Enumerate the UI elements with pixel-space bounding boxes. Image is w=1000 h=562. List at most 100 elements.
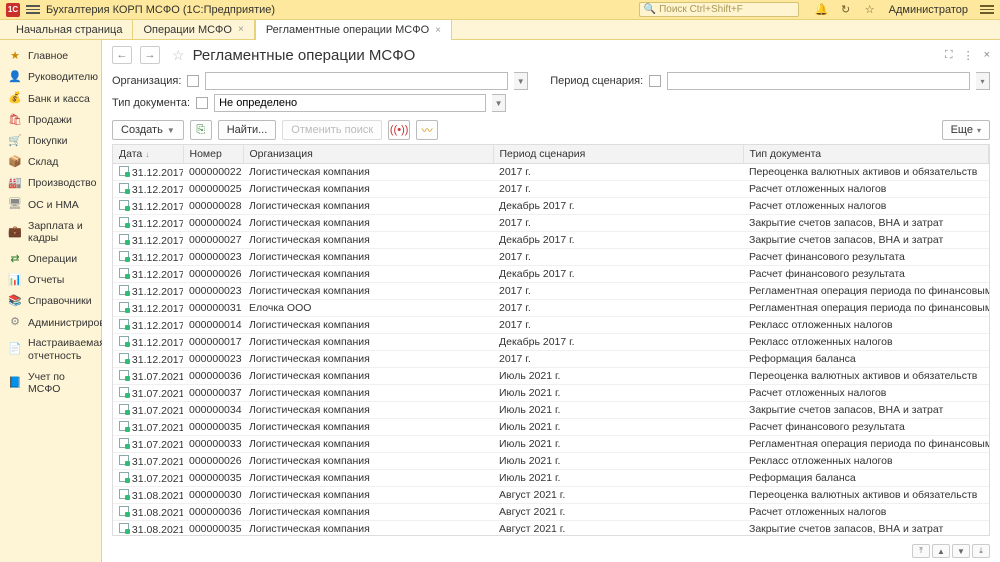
tab-1[interactable]: Операции МСФО× <box>133 20 254 39</box>
table-row[interactable]: 31.12.2017000000025Логистическая компани… <box>113 181 989 198</box>
org-checkbox[interactable] <box>187 75 199 87</box>
table-row[interactable]: 31.12.2017000000026Логистическая компани… <box>113 266 989 283</box>
nav-back-button[interactable]: ← <box>112 46 132 64</box>
sidebar-icon: ★ <box>8 50 22 63</box>
table-row[interactable]: 31.12.2017000000022Логистическая компани… <box>113 164 989 181</box>
close-icon[interactable]: × <box>435 25 441 36</box>
radio-button[interactable]: ((•)) <box>388 120 410 140</box>
doctype-dropdown-icon[interactable]: ▼ <box>492 94 506 112</box>
sidebar-item-2[interactable]: 💰Банк и касса <box>0 88 101 109</box>
sidebar-item-1[interactable]: 👤Руководителю <box>0 67 101 88</box>
table-row[interactable]: 31.08.2021000000030Логистическая компани… <box>113 487 989 504</box>
star-icon[interactable]: ☆ <box>863 3 877 17</box>
sidebar-item-0[interactable]: ★Главное <box>0 46 101 67</box>
wave-button[interactable]: 〰 <box>416 120 438 140</box>
search-top[interactable]: 🔍 Поиск Ctrl+Shift+F <box>639 2 799 17</box>
table-row[interactable]: 31.07.2021000000036Логистическая компани… <box>113 368 989 385</box>
sidebar-icon: 👤 <box>8 71 22 84</box>
doctype-input[interactable] <box>214 94 486 112</box>
sidebar-item-13[interactable]: 📄Настраиваемая отчетность <box>0 333 101 366</box>
table-cell: Август 2021 г. <box>493 504 743 521</box>
nav-down-button[interactable]: ▼ <box>952 544 970 558</box>
sidebar-item-7[interactable]: 🖥ОС и НМА <box>0 194 101 215</box>
table-cell: 31.12.2017 <box>113 181 183 198</box>
period-input[interactable] <box>667 72 970 90</box>
document-icon <box>119 319 129 329</box>
table-row[interactable]: 31.12.2017000000024Логистическая компани… <box>113 215 989 232</box>
period-dropdown-icon[interactable]: ▾ <box>976 72 990 90</box>
sidebar-icon: 🖥 <box>8 198 22 211</box>
table-cell: Рекласс отложенных налогов <box>743 453 989 470</box>
sidebar-item-12[interactable]: ⚙Администрирование <box>0 312 101 333</box>
table-cell: Регламентная операция периода по финансо… <box>743 300 989 317</box>
table-row[interactable]: 31.07.2021000000035Логистическая компани… <box>113 470 989 487</box>
table-row[interactable]: 31.12.2017000000014Логистическая компани… <box>113 317 989 334</box>
sidebar-item-6[interactable]: 🏭Производство <box>0 173 101 194</box>
expand-icon[interactable]: ⛶ <box>945 49 953 62</box>
nav-first-button[interactable]: ⤒ <box>912 544 930 558</box>
find-button[interactable]: Найти... <box>218 120 277 140</box>
sidebar-item-10[interactable]: 📊Отчеты <box>0 270 101 291</box>
sidebar-item-3[interactable]: 🛍Продажи <box>0 110 101 131</box>
menu-icon[interactable] <box>980 5 994 14</box>
document-icon <box>119 370 129 380</box>
table-cell: Логистическая компания <box>243 164 493 181</box>
table-cell: 31.07.2021 <box>113 419 183 436</box>
page-star-icon[interactable]: ☆ <box>172 47 185 64</box>
sidebar-item-11[interactable]: 📚Справочники <box>0 291 101 312</box>
col-period[interactable]: Период сценария <box>493 145 743 164</box>
table-row[interactable]: 31.07.2021000000033Логистическая компани… <box>113 436 989 453</box>
table-row[interactable]: 31.12.2017000000028Логистическая компани… <box>113 198 989 215</box>
app-title: Бухгалтерия КОРП МСФО (1С:Предприятие) <box>46 4 275 16</box>
sidebar-item-14[interactable]: 📘Учет по МСФО <box>0 367 101 400</box>
col-date[interactable]: Дата ↓ <box>113 145 183 164</box>
table-row[interactable]: 31.07.2021000000035Логистическая компани… <box>113 419 989 436</box>
copy-button[interactable]: ⎘ <box>190 120 212 140</box>
sidebar-item-9[interactable]: ⇄Операции <box>0 249 101 270</box>
table-row[interactable]: 31.07.2021000000037Логистическая компани… <box>113 385 989 402</box>
table-cell: 000000022 <box>183 164 243 181</box>
hamburger-icon[interactable] <box>26 5 40 14</box>
create-button[interactable]: Создать ▼ <box>112 120 184 140</box>
table-row[interactable]: 31.08.2021000000035Логистическая компани… <box>113 521 989 536</box>
user-label[interactable]: Администратор <box>889 4 968 16</box>
table-row[interactable]: 31.12.2017000000027Логистическая компани… <box>113 232 989 249</box>
col-type[interactable]: Тип документа <box>743 145 989 164</box>
table-row[interactable]: 31.12.2017000000023Логистическая компани… <box>113 249 989 266</box>
tab-0[interactable]: Начальная страница <box>6 20 133 39</box>
tab-2[interactable]: Регламентные операции МСФО× <box>255 19 452 40</box>
col-number[interactable]: Номер <box>183 145 243 164</box>
table-row[interactable]: 31.08.2021000000036Логистическая компани… <box>113 504 989 521</box>
table-cell: 000000036 <box>183 368 243 385</box>
create-label: Создать <box>121 124 163 136</box>
page-menu-icon[interactable]: ⋮ <box>963 49 974 62</box>
org-dropdown-icon[interactable]: ▼ <box>514 72 528 90</box>
table-cell: Логистическая компания <box>243 521 493 536</box>
table-row[interactable]: 31.07.2021000000026Логистическая компани… <box>113 453 989 470</box>
bell-icon[interactable]: 🔔 <box>815 3 829 17</box>
table-cell: Переоценка валютных активов и обязательс… <box>743 487 989 504</box>
table-cell: 000000035 <box>183 419 243 436</box>
table-row[interactable]: 31.12.2017000000023Логистическая компани… <box>113 283 989 300</box>
close-icon[interactable]: × <box>238 24 244 35</box>
sidebar-item-8[interactable]: 💼Зарплата и кадры <box>0 216 101 249</box>
org-input[interactable] <box>205 72 508 90</box>
sort-icon: ↓ <box>145 150 149 159</box>
table-row[interactable]: 31.12.2017000000031Елочка ООО2017 г.Регл… <box>113 300 989 317</box>
nav-last-button[interactable]: ⤓ <box>972 544 990 558</box>
col-org[interactable]: Организация <box>243 145 493 164</box>
nav-up-button[interactable]: ▲ <box>932 544 950 558</box>
table-body: 31.12.2017000000022Логистическая компани… <box>113 164 989 535</box>
more-button[interactable]: Еще ▾ <box>942 120 990 140</box>
table-row[interactable]: 31.07.2021000000034Логистическая компани… <box>113 402 989 419</box>
sidebar-item-4[interactable]: 🛒Покупки <box>0 131 101 152</box>
nav-forward-button[interactable]: → <box>140 46 160 64</box>
table-row[interactable]: 31.12.2017000000017Логистическая компани… <box>113 334 989 351</box>
sidebar-item-5[interactable]: 📦Склад <box>0 152 101 173</box>
table-row[interactable]: 31.12.2017000000023Логистическая компани… <box>113 351 989 368</box>
period-checkbox[interactable] <box>649 75 661 87</box>
close-page-icon[interactable]: × <box>984 49 990 62</box>
history-icon[interactable]: ↻ <box>839 3 853 17</box>
doctype-checkbox[interactable] <box>196 97 208 109</box>
table-cell: 000000035 <box>183 521 243 536</box>
